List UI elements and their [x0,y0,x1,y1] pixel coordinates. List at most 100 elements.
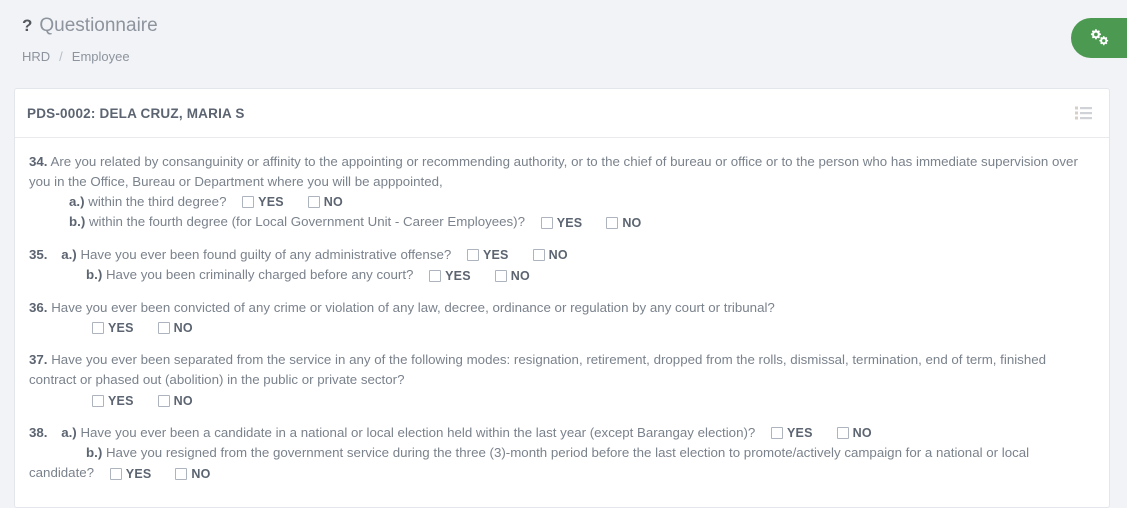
question-34-text-line: 34. Are you related by consanguinity or … [29,152,1095,192]
question-38b-choices: YES NO [109,464,211,484]
checkbox-label-yes: YES [258,195,284,210]
question-37-text-line: 37. Have you ever been separated from th… [29,350,1095,390]
question-35a-label: a.) [61,246,77,262]
checkbox-label-yes: YES [787,426,813,441]
checkbox-box[interactable] [836,427,849,440]
question-34b-choices: YES NO [540,213,642,233]
question-38b-yes-checkbox[interactable]: YES [109,464,152,484]
question-mark-icon: ? [22,16,33,35]
checkbox-box[interactable] [606,216,619,229]
question-36-yes-checkbox[interactable]: YES [92,318,134,338]
question-38a-label: a.) [61,424,77,440]
question-37-no-checkbox[interactable]: NO [157,391,193,411]
questionnaire-body: 34. Are you related by consanguinity or … [15,138,1109,484]
card-header: PDS-0002: DELA CRUZ, MARIA S [15,89,1109,138]
checkbox-box[interactable] [92,394,104,407]
question-34b-label: b.) [69,214,86,230]
question-36-number: 36. [29,299,48,315]
question-38b-label: b.) [86,445,103,461]
question-34: 34. Are you related by consanguinity or … [29,152,1095,233]
question-38b-row: b.) Have you resigned from the governmen… [29,443,1095,483]
question-38a-choices: YES NO [771,423,872,443]
checkbox-box[interactable] [540,216,553,229]
list-icon[interactable] [1075,106,1092,120]
question-34b-text: within the fourth degree (for Local Gove… [88,214,525,230]
checkbox-box[interactable] [771,427,784,440]
question-38: 38. a.) Have you ever been a candidate i… [29,423,1095,484]
gears-icon [1088,28,1110,48]
checkbox-label-no: NO [852,426,872,441]
question-35: 35. a.) Have you ever been found guilty … [29,245,1095,286]
checkbox-box[interactable] [92,322,104,335]
question-35a-choices: YES NO [466,245,568,265]
question-35b-choices: YES NO [429,266,530,286]
checkbox-label-no: NO [323,195,343,210]
page-title: ? Questionnaire [22,14,1127,38]
settings-button[interactable] [1071,18,1127,58]
checkbox-label-yes: YES [108,393,134,408]
checkbox-box[interactable] [532,249,545,262]
question-35a-no-checkbox[interactable]: NO [532,245,568,265]
question-38a-no-checkbox[interactable]: NO [836,423,872,443]
checkbox-label-no: NO [173,321,193,336]
question-34a-label: a.) [69,194,85,209]
question-37: 37. Have you ever been separated from th… [29,350,1095,410]
question-38-number: 38. [29,424,48,440]
card-title: PDS-0002: DELA CRUZ, MARIA S [27,105,245,121]
checkbox-box[interactable] [494,269,507,282]
question-35b-label: b.) [86,267,103,283]
question-35-number: 35. [29,246,48,262]
question-38a-row: 38. a.) Have you ever been a candidate i… [29,423,1095,443]
question-35b-row: b.) Have you been criminally charged bef… [29,265,1095,285]
question-34b-yes-checkbox[interactable]: YES [540,213,583,233]
breadcrumb: HRD / Employee [22,49,1127,64]
question-38a-text: Have you ever been a candidate in a nati… [80,424,756,440]
question-37-choices: YES NO [92,391,193,411]
breadcrumb-separator: / [59,49,63,64]
question-34a-row: a.) within the third degree? YES NO [29,192,1095,212]
checkbox-label-no: NO [173,393,193,408]
checkbox-box[interactable] [242,196,255,209]
checkbox-box[interactable] [429,269,442,282]
question-38b-no-checkbox[interactable]: NO [175,464,210,484]
question-36-text: Have you ever been convicted of any crim… [51,299,775,315]
question-37-text: Have you ever been separated from the se… [29,352,1047,388]
question-35b-yes-checkbox[interactable]: YES [429,266,471,286]
question-34a-choices: YES NO [242,192,343,212]
breadcrumb-item-employee[interactable]: Employee [72,49,130,64]
checkbox-label-yes: YES [556,215,583,230]
checkbox-label-yes: YES [125,466,152,481]
question-36-choices-row: YES NO [29,318,1095,338]
checkbox-label-yes: YES [445,268,471,283]
question-37-yes-checkbox[interactable]: YES [92,391,134,411]
checkbox-box[interactable] [157,322,170,335]
breadcrumb-item-hrd[interactable]: HRD [22,49,50,64]
question-35a-yes-checkbox[interactable]: YES [466,245,509,265]
checkbox-box[interactable] [109,467,122,480]
question-34-text: Are you related by consanguinity or affi… [29,154,1078,189]
question-34b-no-checkbox[interactable]: NO [606,213,641,233]
checkbox-box[interactable] [307,196,320,209]
question-35a-text: Have you ever been found guilty of any a… [80,246,452,262]
question-38a-yes-checkbox[interactable]: YES [771,423,813,443]
checkbox-box[interactable] [175,467,188,480]
question-34a-no-checkbox[interactable]: NO [307,192,343,212]
checkbox-label-yes: YES [108,321,134,336]
checkbox-box[interactable] [157,394,170,407]
checkbox-label-no: NO [622,215,642,230]
question-34b-row: b.) within the fourth degree (for Local … [29,212,1095,232]
question-36-no-checkbox[interactable]: NO [157,318,193,338]
question-37-number: 37. [29,352,48,368]
question-34a-text: within the third degree? [88,194,227,209]
page-header: ? Questionnaire HRD / Employee [0,0,1127,78]
checkbox-box[interactable] [466,249,479,262]
question-36-choices: YES NO [92,318,193,338]
question-35a-row: 35. a.) Have you ever been found guilty … [29,245,1095,265]
question-37-choices-row: YES NO [29,390,1095,410]
checkbox-label-yes: YES [482,248,509,263]
question-35b-text: Have you been criminally charged before … [105,267,414,283]
question-36: 36. Have you ever been convicted of any … [29,298,1095,338]
page-title-text: Questionnaire [39,15,158,36]
question-35b-no-checkbox[interactable]: NO [494,266,530,286]
question-34a-yes-checkbox[interactable]: YES [242,192,284,212]
